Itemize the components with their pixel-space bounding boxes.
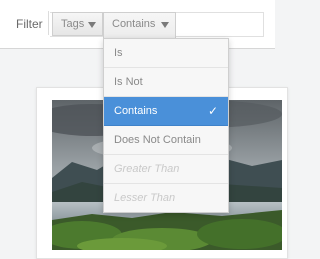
filter-label: Filter — [16, 17, 43, 31]
menu-item-lesser-than: Lesser Than — [104, 184, 228, 212]
menu-item-label: Lesser Than — [114, 192, 176, 204]
menu-item-label: Is — [114, 47, 123, 59]
operator-token[interactable]: Contains — [103, 12, 176, 39]
menu-item-is-not[interactable]: Is Not — [104, 68, 228, 97]
menu-item-greater-than: Greater Than — [104, 155, 228, 184]
field-token-label: Tags — [61, 18, 85, 30]
menu-item-label: Is Not — [114, 76, 143, 88]
menu-item-is[interactable]: Is — [104, 39, 228, 68]
operator-token-label: Contains — [112, 18, 156, 30]
check-icon: ✓ — [207, 104, 218, 118]
field-token-tags[interactable]: Tags — [52, 12, 103, 36]
menu-item-label: Does Not Contain — [114, 134, 201, 146]
menu-item-contains[interactable]: Contains ✓ — [104, 97, 228, 126]
menu-item-label: Greater Than — [114, 163, 180, 175]
menu-item-does-not-contain[interactable]: Does Not Contain — [104, 126, 228, 155]
operator-dropdown-menu: Is Is Not Contains ✓ Does Not Contain Gr… — [103, 38, 229, 213]
toolbar-divider — [48, 11, 49, 35]
chevron-down-icon[interactable] — [88, 22, 96, 28]
chevron-down-icon[interactable] — [161, 22, 169, 28]
menu-item-label: Contains — [114, 105, 158, 117]
